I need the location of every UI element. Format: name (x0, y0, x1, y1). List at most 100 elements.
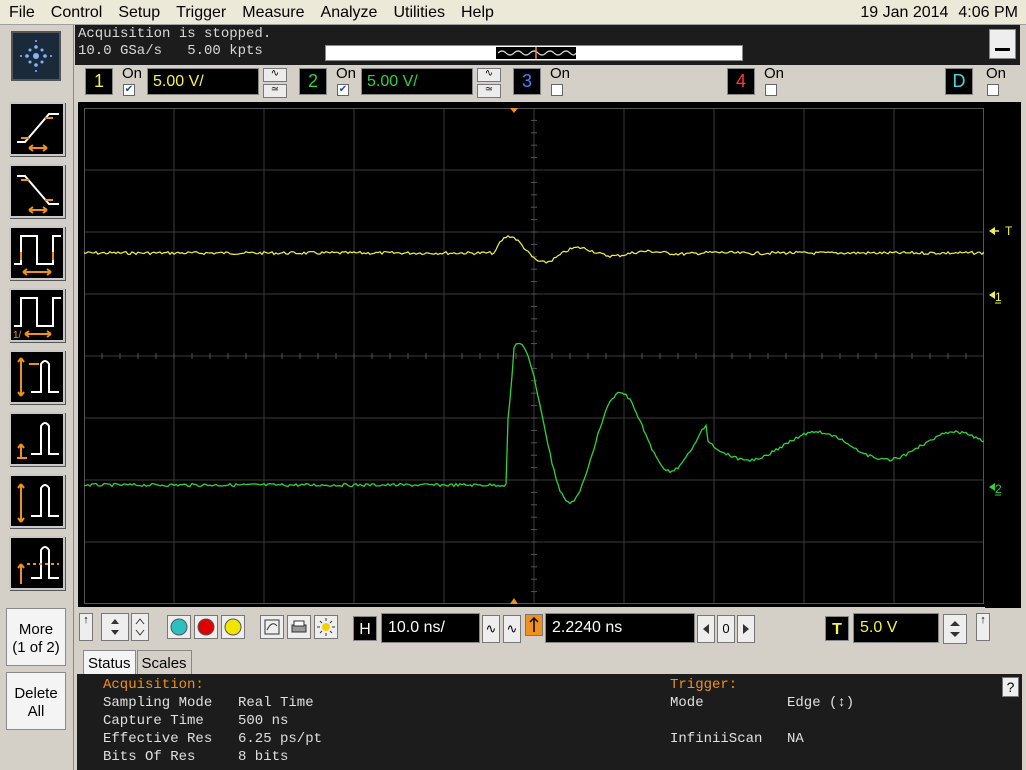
more-page-label: (1 of 2) (12, 639, 60, 656)
agilent-logo-icon[interactable] (11, 31, 61, 81)
trigger-level-field[interactable]: 5.0 V (853, 613, 939, 643)
channel-2-coupling[interactable]: ∿ ≃ (477, 68, 501, 98)
horizontal-coarse-icon[interactable]: ∿ (503, 615, 521, 643)
channel-1-badge[interactable]: 1 (85, 68, 113, 95)
channel-4-badge[interactable]: 4 (727, 68, 755, 95)
channel-1-coupling[interactable]: ∿ ≃ (263, 68, 287, 98)
minimize-button[interactable] (989, 29, 1016, 59)
ac-icon[interactable]: ∿ (263, 68, 287, 82)
tab-status[interactable]: Status (83, 650, 136, 674)
time-label: 4:06 PM (958, 4, 1018, 21)
channel-bar: 1 On ✔ 5.00 V/ ∿ ≃ 2 On ✔ 5.00 V/ ∿ ≃ 3 On… (75, 65, 1020, 102)
horizontal-scale-field[interactable]: 10.0 ns/ (381, 613, 480, 643)
dc-icon[interactable]: ≃ (263, 84, 287, 98)
clock: 19 Jan 2014 4:06 PM (860, 3, 1018, 23)
status-label: Mode (670, 695, 704, 711)
channel-2-badge[interactable]: 2 (299, 68, 327, 95)
waveform-display[interactable] (84, 108, 984, 604)
info-tabs: Status Scales (83, 650, 193, 674)
trigger-level-stepper[interactable] (943, 614, 967, 644)
delete-all-button[interactable]: Delete All (6, 672, 66, 730)
dc-icon[interactable]: ≃ (477, 84, 501, 98)
menu-trigger[interactable]: Trigger (167, 0, 233, 24)
zoom-stepper[interactable] (131, 613, 149, 641)
rise-time-measure-icon[interactable] (9, 102, 65, 156)
status-value: Edge (↕) (787, 695, 855, 711)
status-value: Real Time (238, 695, 314, 711)
delay-right-icon[interactable] (737, 615, 755, 643)
channel-1-ground-marker[interactable]: 1 (989, 290, 1002, 304)
menu-measure[interactable]: Measure (233, 0, 311, 24)
status-panel: Acquisition: Sampling Mode Real Time Cap… (77, 674, 1022, 770)
scroll-stepper[interactable] (101, 613, 129, 641)
channel-4-checkbox[interactable] (765, 84, 777, 96)
trigger-badge[interactable]: T (825, 616, 849, 641)
menu-file[interactable]: File (0, 0, 42, 24)
digital-checkbox[interactable] (987, 84, 999, 96)
horizontal-delay-field[interactable]: 2.2240 ns (545, 613, 695, 643)
channel-2-marker-label: 2 (995, 482, 1002, 496)
brightness-icon[interactable] (314, 615, 338, 639)
ac-icon[interactable]: ∿ (477, 68, 501, 82)
autoscale-icon[interactable] (260, 615, 284, 639)
menu-analyze[interactable]: Analyze (312, 0, 385, 24)
all-label: All (27, 703, 45, 720)
help-button[interactable]: ? (1002, 677, 1019, 697)
peak-to-peak-measure-icon[interactable] (9, 350, 65, 404)
waveform-traces (84, 108, 984, 604)
date-label: 19 Jan 2014 (860, 4, 949, 21)
channel-2-on-label: On (336, 65, 357, 82)
channel-2-checkbox[interactable]: ✔ (337, 84, 349, 96)
waveform-overview-bar[interactable] (325, 45, 743, 61)
fall-time-measure-icon[interactable] (9, 164, 65, 218)
stop-button[interactable] (194, 615, 218, 639)
left-arrow-icon[interactable]: ↑ (79, 613, 93, 641)
horizontal-fine-icon[interactable]: ∿ (482, 615, 500, 643)
menu-control[interactable]: Control (42, 0, 110, 24)
print-icon[interactable] (287, 615, 311, 639)
channel-1-scale[interactable]: 5.00 V/ (147, 68, 259, 95)
period-measure-icon[interactable] (9, 226, 65, 280)
horizontal-badge[interactable]: H (353, 616, 377, 641)
channel-1-on-label: On (122, 65, 143, 82)
menu-utilities[interactable]: Utilities (384, 0, 452, 24)
channel-1-checkbox[interactable]: ✔ (123, 84, 135, 96)
horizontal-control-bar: ↑ H 10.0 ns/ ∿ ∿ 2.2240 ns 0 T 5.0 V ↑ (75, 608, 1020, 648)
sample-rate-readout: 10.0 GSa/s 5.00 kpts (78, 43, 263, 59)
channel-2-scale[interactable]: 5.00 V/ (361, 68, 473, 95)
status-label: Effective Res (103, 731, 213, 747)
single-acquire-button[interactable] (167, 615, 191, 639)
trigger-level-marker[interactable]: T (989, 224, 1013, 238)
menu-help[interactable]: Help (452, 0, 501, 24)
trigger-level-label: T (1005, 224, 1013, 238)
status-label: Capture Time (103, 713, 204, 729)
channel-2-ground-marker[interactable]: 2 (989, 482, 1002, 496)
digital-channel-badge[interactable]: D (945, 68, 973, 95)
amplitude-measure-icon[interactable] (9, 412, 65, 466)
tab-scales[interactable]: Scales (136, 650, 192, 674)
delete-label: Delete (14, 685, 58, 702)
trigger-position-top-marker (510, 108, 518, 113)
top-measure-icon[interactable] (9, 474, 65, 528)
run-button[interactable] (221, 615, 245, 639)
frequency-measure-icon[interactable]: 1/ (9, 288, 65, 342)
left-toolbar: 1/ More (1 of 2) Delete All (0, 25, 74, 770)
horizontal-delay-icon[interactable] (525, 614, 543, 636)
average-measure-icon[interactable] (9, 536, 65, 590)
trigger-position-bottom-marker (510, 598, 518, 604)
delay-left-icon[interactable] (697, 615, 715, 643)
right-arrow-icon[interactable]: ↑ (976, 613, 990, 641)
delay-reference-button[interactable]: 0 (717, 615, 735, 643)
status-label: Sampling Mode (103, 695, 213, 711)
svg-text:1/: 1/ (13, 330, 22, 340)
channel-2-trace (84, 342, 984, 505)
menu-setup[interactable]: Setup (109, 0, 167, 24)
more-button[interactable]: More (1 of 2) (6, 608, 66, 666)
channel-3-badge[interactable]: 3 (513, 68, 541, 95)
minus-icon (995, 48, 1010, 51)
trigger-header: Trigger: (670, 677, 738, 693)
status-value: 500 ns (238, 713, 289, 729)
channel-4-on-label: On (764, 65, 785, 82)
channel-3-checkbox[interactable] (551, 84, 563, 96)
acquisition-status: Acquisition is stopped. (78, 26, 272, 42)
